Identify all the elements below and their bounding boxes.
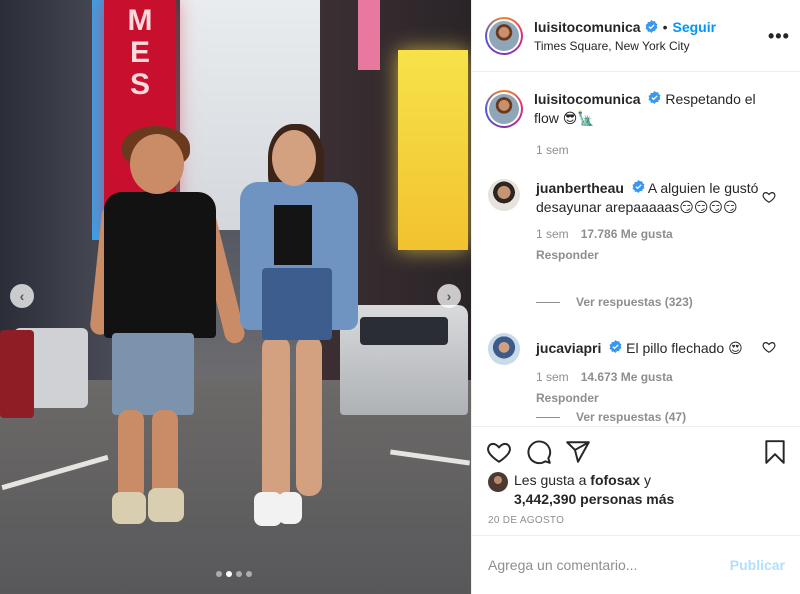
author-username[interactable]: luisitocomunica xyxy=(534,19,641,35)
likes-prefix: Les gusta a xyxy=(514,472,591,488)
avatar[interactable] xyxy=(485,90,523,128)
likes-count[interactable]: 3,442,390 personas más xyxy=(514,491,674,507)
bookmark-icon[interactable] xyxy=(762,439,788,465)
verified-icon xyxy=(609,340,622,353)
verified-icon xyxy=(645,20,658,33)
instagram-post: M E S ‹ › luisitocomunica • Seguir Times… xyxy=(0,0,800,594)
heart-icon[interactable] xyxy=(486,439,512,465)
billboard-letter: S xyxy=(129,68,150,101)
location-link[interactable]: Times Square, New York City xyxy=(534,39,716,53)
comments-list[interactable]: luisitocomunica Respetando el flow 😎🗽 1 … xyxy=(472,73,800,426)
reply-button[interactable]: Responder xyxy=(536,246,766,265)
avatar[interactable] xyxy=(488,179,520,211)
view-replies-button[interactable]: Ver respuestas (47) xyxy=(536,410,686,424)
carousel-next-button[interactable]: › xyxy=(437,284,461,308)
billboard-letter: E xyxy=(129,36,150,69)
comment-icon[interactable] xyxy=(526,439,552,465)
reply-button[interactable]: Responder xyxy=(536,389,766,408)
post-date[interactable]: 20 DE AGOSTO xyxy=(488,515,564,526)
comment-time[interactable]: 1 sem xyxy=(536,368,569,387)
view-replies-label: Ver respuestas (47) xyxy=(576,410,687,424)
person-man xyxy=(104,192,216,338)
add-comment-bar: Publicar xyxy=(472,535,800,594)
post-photo[interactable]: M E S ‹ › xyxy=(0,0,471,594)
comment-item: jucaviapri El pillo flechado 😍 1 sem 14.… xyxy=(488,333,784,408)
separator: • xyxy=(662,18,668,35)
avatar[interactable] xyxy=(488,333,520,365)
comment-likes[interactable]: 14.673 Me gusta xyxy=(581,368,673,387)
avatar[interactable] xyxy=(485,16,523,55)
verified-icon xyxy=(648,91,661,104)
carousel-dot xyxy=(216,571,222,577)
likes-mid: y xyxy=(640,472,651,488)
heart-icon[interactable] xyxy=(762,340,776,354)
verified-icon xyxy=(632,180,645,193)
carousel-dot xyxy=(236,571,242,577)
action-bar xyxy=(472,426,800,476)
post-caption: luisitocomunica Respetando el flow 😎🗽 xyxy=(485,90,785,128)
comment-time[interactable]: 1 sem xyxy=(536,225,569,244)
police-car xyxy=(340,305,468,415)
chevron-left-icon: ‹ xyxy=(19,288,25,304)
heart-icon[interactable] xyxy=(762,190,776,204)
post-header: luisitocomunica • Seguir Times Square, N… xyxy=(472,0,800,72)
comment-username[interactable]: juanbertheau xyxy=(536,180,624,196)
post-sidebar: luisitocomunica • Seguir Times Square, N… xyxy=(471,0,800,594)
liked-by-user[interactable]: fofosax xyxy=(590,472,640,488)
billboard-letter: M xyxy=(127,4,153,37)
view-replies-label: Ver respuestas (323) xyxy=(576,295,693,309)
follow-button[interactable]: Seguir xyxy=(672,19,716,35)
carousel-dot xyxy=(246,571,252,577)
likes-summary: Les gusta a fofosax y 3,442,390 personas… xyxy=(488,471,674,509)
comment-username[interactable]: jucaviapri xyxy=(536,340,601,356)
more-icon[interactable]: ••• xyxy=(768,26,790,47)
carousel-indicator xyxy=(216,571,252,577)
chevron-right-icon: › xyxy=(446,288,452,304)
avatar[interactable] xyxy=(488,472,508,492)
carousel-prev-button[interactable]: ‹ xyxy=(10,284,34,308)
caption-time[interactable]: 1 sem xyxy=(536,143,569,157)
comment-input[interactable] xyxy=(488,557,730,573)
caption-username[interactable]: luisitocomunica xyxy=(534,91,641,107)
comment-likes[interactable]: 17.786 Me gusta xyxy=(581,225,673,244)
carousel-dot xyxy=(226,571,232,577)
comment-text: El pillo flechado 😍 xyxy=(626,340,743,356)
comment-item: juanbertheau A alguien le gustó desayuna… xyxy=(488,179,784,265)
view-replies-button[interactable]: Ver respuestas (323) xyxy=(536,295,693,309)
publish-button[interactable]: Publicar xyxy=(730,557,785,573)
share-icon[interactable] xyxy=(565,439,591,465)
